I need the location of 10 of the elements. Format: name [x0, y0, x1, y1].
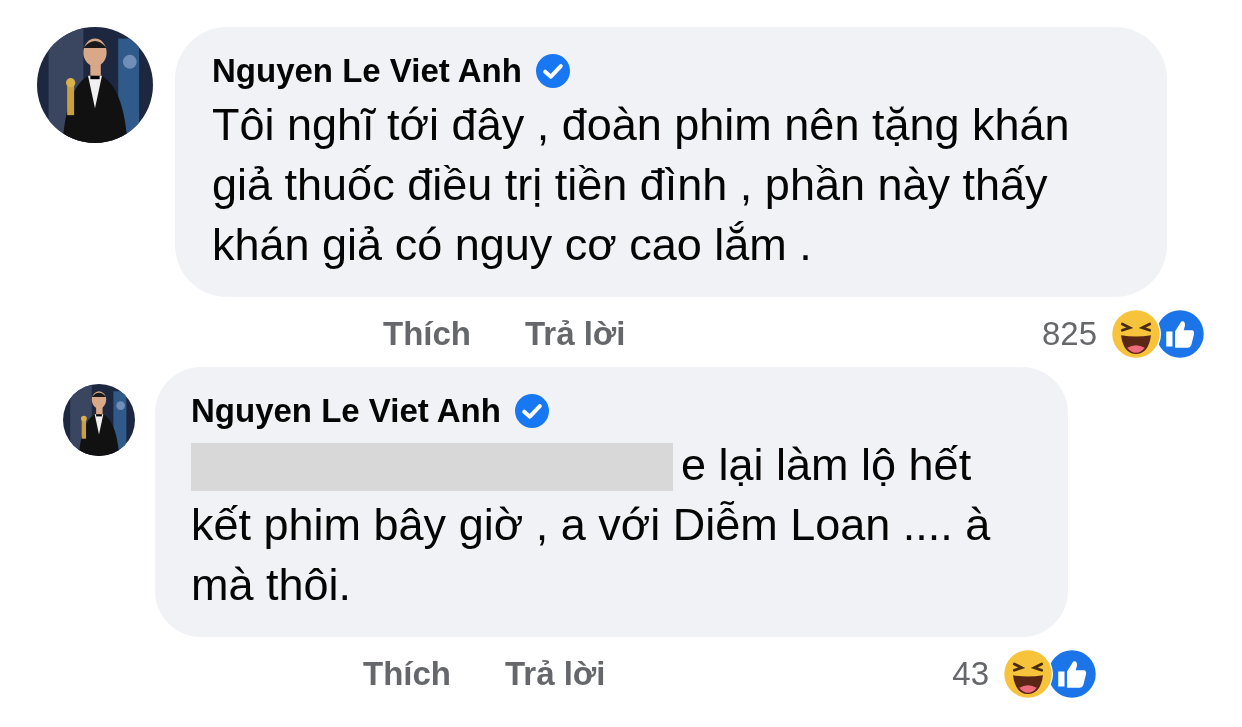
action-link[interactable]: Thích	[383, 315, 471, 353]
action-link[interactable]: Thích	[363, 655, 451, 693]
action-link[interactable]: Trả lời	[525, 315, 626, 353]
author-name[interactable]: Nguyen Le Viet Anh	[212, 52, 522, 90]
comment-text: e lại làm lộ hết kết phim bây giờ , a với Diễm Loan .... à mà thôi.	[191, 438, 992, 612]
comment-text: Tôi nghĩ tới đây , đoàn phim nên tặng khán giả thuốc điều trị tiền đình , phần này thấy khán giả có nguy cơ cao lắm .	[212, 98, 1071, 272]
reaction-count[interactable]: 43	[952, 655, 989, 693]
author-name[interactable]: Nguyen Le Viet Anh	[191, 392, 501, 430]
action-link[interactable]: Trả lời	[505, 655, 606, 693]
reaction-count[interactable]: 825	[1041, 315, 1097, 353]
